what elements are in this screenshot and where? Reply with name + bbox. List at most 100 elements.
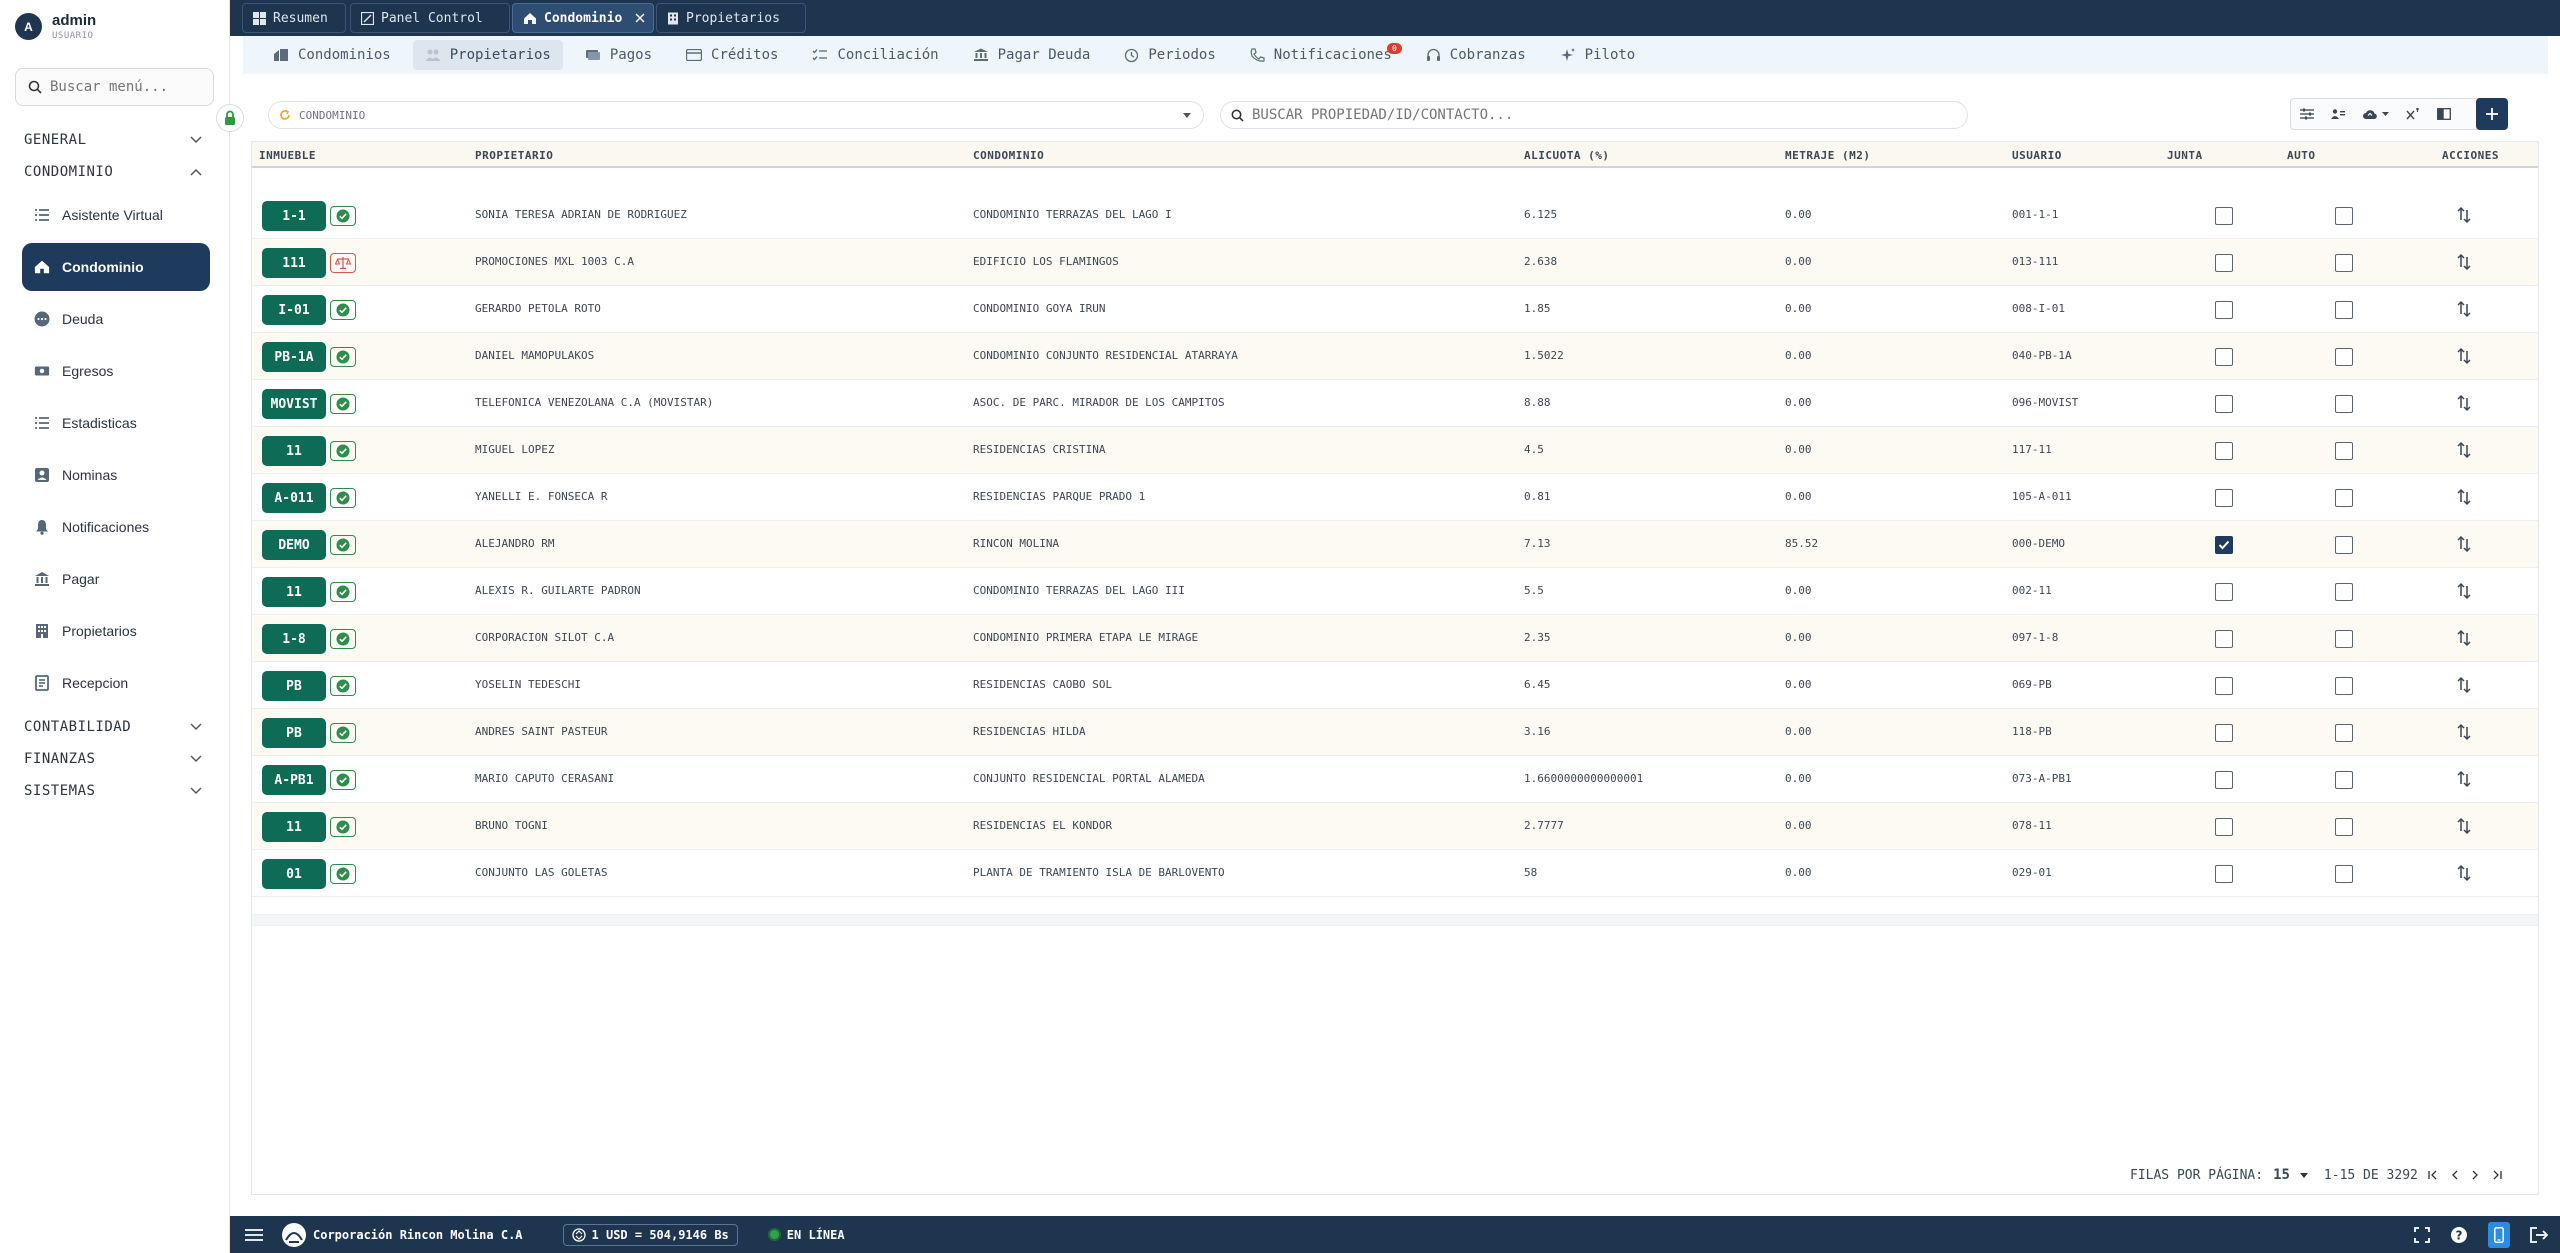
- next-page-icon[interactable]: [2470, 1170, 2480, 1180]
- unit-badge[interactable]: DEMO: [262, 530, 326, 560]
- auto-checkbox[interactable]: [2335, 583, 2353, 601]
- sort-action-button[interactable]: [2456, 864, 2472, 886]
- unit-badge[interactable]: PB-1A: [262, 342, 326, 372]
- sidebar-item-deuda[interactable]: Deuda: [22, 295, 210, 343]
- table-row[interactable]: PB-1A DANIEL MAMOPULAKOS CONDOMINIO CONJUN…: [252, 333, 2538, 380]
- sort-action-button[interactable]: [2456, 535, 2472, 557]
- junta-checkbox[interactable]: [2215, 489, 2233, 507]
- col-junta[interactable]: JUNTA: [2167, 149, 2203, 162]
- add-owner-button[interactable]: [2476, 98, 2508, 130]
- sidebar-item-pagar[interactable]: Pagar: [22, 555, 210, 603]
- subtab-creditos[interactable]: Créditos: [674, 40, 790, 70]
- sidebar-item-egresos[interactable]: Egresos: [22, 347, 210, 395]
- junta-checkbox[interactable]: [2215, 677, 2233, 695]
- junta-checkbox[interactable]: [2215, 348, 2233, 366]
- subtab-pagar-deuda[interactable]: Pagar Deuda: [961, 40, 1103, 70]
- sort-action-button[interactable]: [2456, 770, 2472, 792]
- group-finanzas[interactable]: FINANZAS: [24, 751, 202, 767]
- table-row[interactable]: 01 CONJUNTO LAS GOLETAS PLANTA DE TRAMIENT…: [252, 850, 2538, 897]
- subtab-periodos[interactable]: Periodos: [1112, 40, 1227, 70]
- exchange-rate[interactable]: 1 USD = 504,9146 Bs: [562, 1223, 738, 1246]
- table-row[interactable]: A-011 YANELLI E. FONSECA R RESIDENCIAS PAR…: [252, 474, 2538, 521]
- sidebar-lock-button[interactable]: [216, 104, 244, 132]
- auto-checkbox[interactable]: [2335, 348, 2353, 366]
- subtab-pagos[interactable]: Pagos: [573, 40, 664, 70]
- status-badge[interactable]: [330, 394, 356, 414]
- auto-checkbox[interactable]: [2335, 865, 2353, 883]
- auto-checkbox[interactable]: [2335, 724, 2353, 742]
- sort-action-button[interactable]: [2456, 817, 2472, 839]
- sort-action-button[interactable]: [2456, 582, 2472, 604]
- table-row[interactable]: 11 ALEXIS R. GUILARTE PADRON CONDOMINIO TE…: [252, 568, 2538, 615]
- rows-per-page-select[interactable]: 15: [2273, 1167, 2290, 1183]
- fullscreen-icon[interactable]: [2414, 1226, 2430, 1243]
- status-badge[interactable]: [330, 864, 356, 884]
- unit-badge[interactable]: 1-1: [262, 201, 326, 231]
- sidebar-item-notificaciones[interactable]: Notificaciones: [22, 503, 210, 551]
- junta-checkbox[interactable]: [2215, 724, 2233, 742]
- table-row[interactable]: 1-1 SONIA TERESA ADRIAN DE RODRIGUEZ CONDO…: [252, 192, 2538, 239]
- sidebar-item-condominio[interactable]: Condominio: [22, 243, 210, 291]
- status-badge[interactable]: [330, 347, 356, 367]
- status-badge[interactable]: [330, 441, 356, 461]
- table-row[interactable]: 11 BRUNO TOGNI RESIDENCIAS EL KONDOR 2.7777…: [252, 803, 2538, 850]
- auto-checkbox[interactable]: [2335, 630, 2353, 648]
- table-row[interactable]: A-PB1 MARIO CAPUTO CERASANI CONJUNTO RESID…: [252, 756, 2538, 803]
- unit-badge[interactable]: PB: [262, 718, 326, 748]
- unit-badge[interactable]: 01: [262, 859, 326, 889]
- menu-search[interactable]: [15, 68, 214, 106]
- menu-icon[interactable]: [245, 1228, 263, 1242]
- junta-checkbox[interactable]: [2215, 254, 2233, 272]
- table-row[interactable]: I-01 GERARDO PETOLA ROTO CONDOMINIO GOYA I…: [252, 286, 2538, 333]
- sidebar-item-recepcion[interactable]: Recepcion: [22, 659, 210, 707]
- auto-checkbox[interactable]: [2335, 818, 2353, 836]
- status-badge[interactable]: [330, 582, 356, 602]
- sort-action-button[interactable]: [2456, 676, 2472, 698]
- auto-checkbox[interactable]: [2335, 677, 2353, 695]
- table-row[interactable]: 11 MIGUEL LOPEZ RESIDENCIAS CRISTINA 4.5 0.0…: [252, 427, 2538, 474]
- auto-checkbox[interactable]: [2335, 536, 2353, 554]
- close-icon[interactable]: [635, 13, 645, 23]
- user-block[interactable]: A admin USUARIO: [15, 12, 96, 41]
- junta-checkbox[interactable]: [2215, 771, 2233, 789]
- junta-checkbox[interactable]: [2215, 630, 2233, 648]
- status-badge[interactable]: [330, 253, 356, 273]
- auto-checkbox[interactable]: [2335, 207, 2353, 225]
- junta-checkbox[interactable]: [2215, 818, 2233, 836]
- col-usuario[interactable]: USUARIO: [2012, 149, 2062, 162]
- sidebar-item-propietarios[interactable]: Propietarios: [22, 607, 210, 655]
- sort-action-button[interactable]: [2456, 441, 2472, 463]
- col-propietario[interactable]: PROPIETARIO: [475, 149, 553, 162]
- mobile-view-button[interactable]: [2488, 1221, 2510, 1248]
- unit-badge[interactable]: MOVIST: [262, 389, 326, 419]
- unit-badge[interactable]: 1-8: [262, 624, 326, 654]
- status-badge[interactable]: [330, 817, 356, 837]
- formula-button[interactable]: [2397, 99, 2428, 129]
- table-row[interactable]: 111 PROMOCIONES MXL 1003 C.A EDIFICIO LOS …: [252, 239, 2538, 286]
- status-badge[interactable]: [330, 535, 356, 555]
- status-badge[interactable]: [330, 676, 356, 696]
- unit-badge[interactable]: 11: [262, 577, 326, 607]
- prev-page-icon[interactable]: [2450, 1170, 2460, 1180]
- group-sistemas[interactable]: SISTEMAS: [24, 783, 202, 799]
- sidebar-item-asistente-virtual[interactable]: Asistente Virtual: [22, 191, 210, 239]
- group-users-button[interactable]: [2322, 99, 2353, 129]
- sort-action-button[interactable]: [2456, 206, 2472, 228]
- help-icon[interactable]: ?: [2450, 1226, 2468, 1244]
- property-search-input[interactable]: [1252, 107, 1952, 123]
- subtab-propietarios[interactable]: Propietarios: [412, 40, 563, 70]
- first-page-icon[interactable]: [2428, 1170, 2440, 1180]
- subtab-notificaciones[interactable]: Notificaciones 0: [1238, 40, 1404, 70]
- col-metraje[interactable]: METRAJE (M2): [1785, 149, 1870, 162]
- auto-checkbox[interactable]: [2335, 489, 2353, 507]
- cloud-export-button[interactable]: [2353, 99, 2397, 129]
- unit-badge[interactable]: I-01: [262, 295, 326, 325]
- logout-icon[interactable]: [2530, 1226, 2548, 1243]
- unit-badge[interactable]: 11: [262, 436, 326, 466]
- table-row[interactable]: MOVIST TELEFONICA VENEZOLANA C.A (MOVISTA…: [252, 380, 2538, 427]
- status-badge[interactable]: [330, 488, 356, 508]
- table-row[interactable]: PB YOSELIN TEDESCHI RESIDENCIAS CAOBO SOL 6…: [252, 662, 2538, 709]
- subtab-cobranzas[interactable]: Cobranzas: [1414, 40, 1538, 70]
- junta-checkbox[interactable]: [2215, 301, 2233, 319]
- subtab-conciliacion[interactable]: Conciliación: [800, 40, 950, 70]
